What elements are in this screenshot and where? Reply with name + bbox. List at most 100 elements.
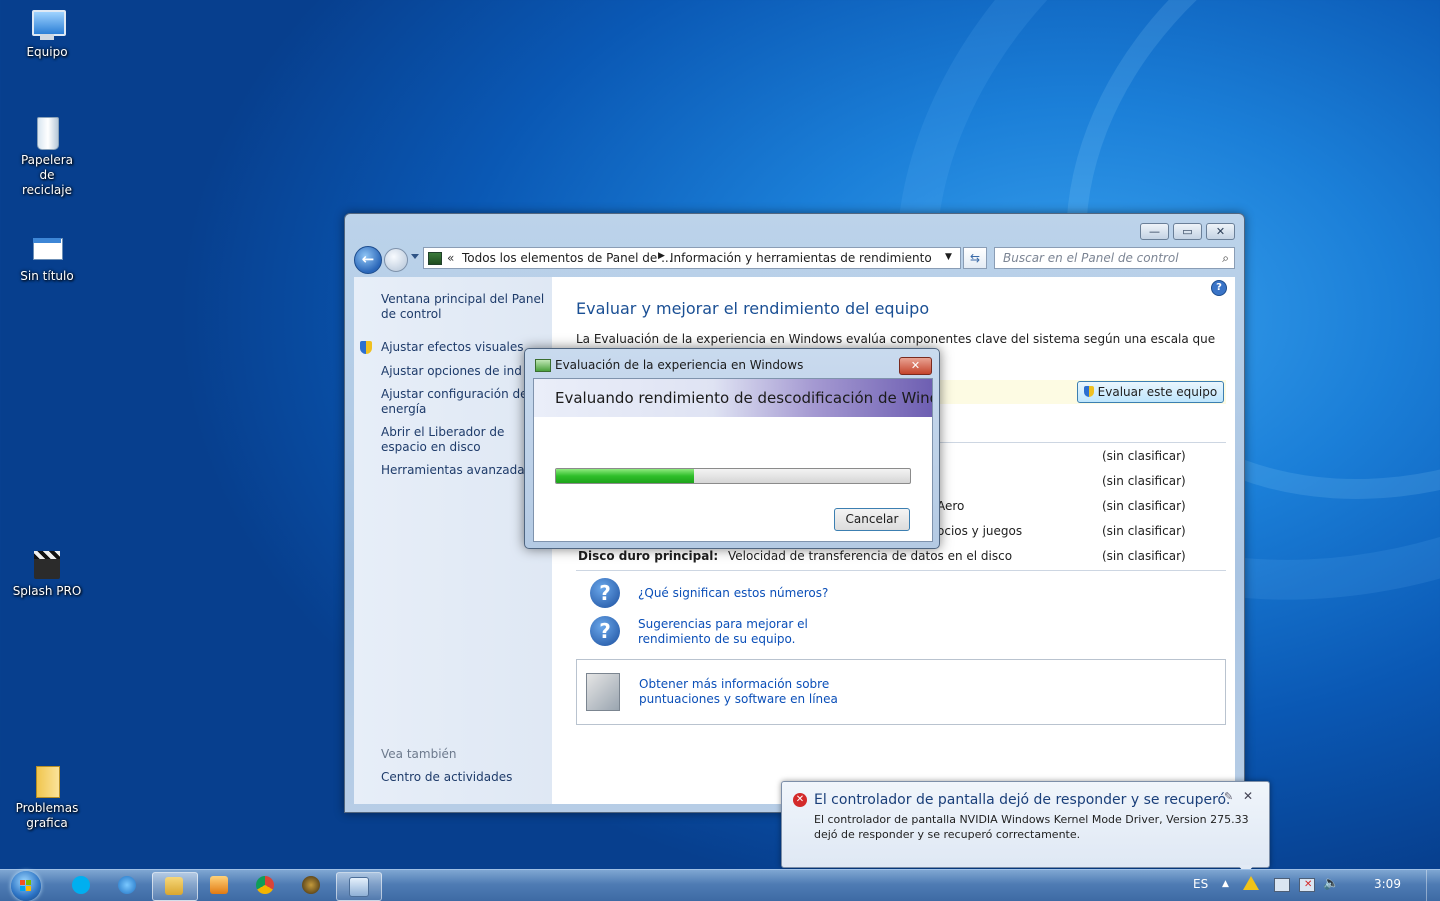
link-power-settings[interactable]: Ajustar configuración de energía xyxy=(381,387,531,417)
breadcrumb-overflow[interactable]: « xyxy=(447,251,454,265)
divider xyxy=(576,570,1226,571)
close-icon: ✕ xyxy=(910,359,921,372)
intro-text: La Evaluación de la experiencia en Windo… xyxy=(576,332,1216,346)
minimize-button[interactable]: — xyxy=(1140,223,1169,240)
desktop-icon-label: Problemas grafica xyxy=(15,801,79,830)
volume-icon[interactable]: 🔈 xyxy=(1323,876,1339,891)
forward-button[interactable] xyxy=(384,248,408,272)
search-icon[interactable]: ⌕ xyxy=(1222,251,1229,266)
wrench-icon[interactable]: ✎ xyxy=(1224,790,1233,803)
taskbar: ES ▲ ✕ 🔈 3:09 xyxy=(0,869,1440,901)
warning-icon[interactable] xyxy=(1243,876,1259,890)
page-title: Evaluar y mejorar el rendimiento del equ… xyxy=(576,299,930,318)
notification-body: El controlador de pantalla NVIDIA Window… xyxy=(814,813,1249,841)
software-box-icon xyxy=(586,673,620,711)
notification-title: El controlador de pantalla dejó de respo… xyxy=(814,792,1231,808)
shield-icon xyxy=(360,341,372,354)
question-icon: ? xyxy=(590,578,620,608)
desktop-icon-sin-titulo[interactable]: Sin título xyxy=(2,232,92,284)
address-bar[interactable]: « Todos los elementos de Panel de ... ▶ … xyxy=(423,247,961,269)
progress-bar xyxy=(555,468,911,484)
progress-fill xyxy=(556,469,695,483)
tips-improve-link[interactable]: Sugerencias para mejorar el rendimiento … xyxy=(638,617,858,647)
taskbar-skype[interactable] xyxy=(60,872,104,899)
shield-icon xyxy=(1083,386,1094,397)
action-center-icon[interactable]: ✕ xyxy=(1299,878,1315,892)
search-placeholder: Buscar en el Panel de control xyxy=(1003,251,1179,265)
skype-icon xyxy=(72,876,90,894)
desktop-icon-label: Splash PRO xyxy=(12,584,82,598)
recycle-bin-icon xyxy=(30,116,64,150)
chevron-down-icon[interactable]: ▼ xyxy=(945,252,952,262)
cancel-button[interactable]: Cancelar xyxy=(834,508,910,531)
internet-explorer-icon xyxy=(118,876,136,894)
what-numbers-mean-link[interactable]: ¿Qué significan estos números? xyxy=(638,586,828,600)
desktop-icon-label: Equipo xyxy=(26,45,68,59)
driver-notification[interactable]: ✕ El controlador de pantalla dejó de res… xyxy=(781,781,1270,868)
component-desc: ocios y juegos xyxy=(937,524,1023,538)
online-scores-link[interactable]: Obtener más información sobre puntuacion… xyxy=(639,677,839,707)
search-input[interactable]: Buscar en el Panel de control ⌕ xyxy=(994,247,1235,269)
folder-icon xyxy=(165,877,183,895)
desktop-icon-label: Papelera de reciclaje xyxy=(20,153,74,197)
dialog-close-button[interactable]: ✕ xyxy=(899,357,932,375)
breadcrumb-item[interactable]: Información y herramientas de rendimient… xyxy=(670,251,932,265)
score-value: (sin clasificar) xyxy=(1102,549,1186,563)
clock[interactable]: 3:09 xyxy=(1374,877,1401,891)
notification-close-button[interactable]: ✕ xyxy=(1243,789,1253,803)
taskbar-chrome[interactable] xyxy=(244,872,288,899)
link-advanced-tools[interactable]: Herramientas avanzadas xyxy=(381,463,541,478)
performance-icon xyxy=(349,877,369,897)
assessment-dialog: Evaluación de la experiencia en Windows … xyxy=(524,348,940,549)
left-navigation-pane: Ventana principal del Panel de control A… xyxy=(354,277,552,804)
back-button[interactable]: ← xyxy=(354,246,382,274)
component-desc: Velocidad de transferencia de datos en e… xyxy=(728,549,1013,563)
help-icon[interactable]: ? xyxy=(1211,280,1227,296)
assessment-status: Evaluando rendimiento de descodificación… xyxy=(555,389,932,407)
control-panel-icon xyxy=(428,252,442,265)
window-doc-icon xyxy=(30,232,64,266)
component-desc: Aero xyxy=(937,499,965,513)
score-value: (sin clasificar) xyxy=(1102,524,1186,538)
close-button[interactable]: ✕ xyxy=(1206,223,1235,240)
windows-logo-icon xyxy=(11,871,41,901)
score-value: (sin clasificar) xyxy=(1102,499,1186,513)
link-action-center[interactable]: Centro de actividades xyxy=(381,770,512,785)
start-button[interactable] xyxy=(8,870,46,901)
chrome-icon xyxy=(256,876,274,894)
network-icon[interactable] xyxy=(1274,878,1290,892)
show-desktop-button[interactable] xyxy=(1426,870,1440,901)
home-link[interactable]: Ventana principal del Panel de control xyxy=(381,292,546,322)
link-indexing-options[interactable]: Ajustar opciones de indización xyxy=(381,364,521,379)
link-visual-effects[interactable]: Ajustar efectos visuales xyxy=(381,340,541,355)
computer-icon xyxy=(30,8,66,42)
desktop-icon-recycle-bin[interactable]: Papelera de reciclaje xyxy=(2,116,92,198)
see-also-heading: Vea también xyxy=(381,747,457,761)
taskbar-perf-dialog[interactable] xyxy=(336,872,382,901)
taskbar-ie[interactable] xyxy=(106,872,150,899)
link-disk-cleanup[interactable]: Abrir el Liberador de espacio en disco xyxy=(381,425,525,455)
error-icon: ✕ xyxy=(793,793,807,807)
dialog-body: Evaluando rendimiento de descodificación… xyxy=(533,378,933,542)
dialog-title: Evaluación de la experiencia en Windows xyxy=(555,358,804,372)
desktop-icon-equipo[interactable]: Equipo xyxy=(2,8,92,60)
score-value: (sin clasificar) xyxy=(1102,474,1186,488)
arrow-left-icon: ← xyxy=(361,250,375,268)
taskbar-media-player[interactable] xyxy=(198,872,242,899)
taskbar-wow[interactable] xyxy=(290,872,334,899)
online-info-box: Obtener más información sobre puntuacion… xyxy=(576,659,1226,725)
desktop-icon-label: Sin título xyxy=(20,269,74,283)
media-player-icon xyxy=(210,876,228,894)
assessment-icon xyxy=(535,359,551,372)
desktop-icon-splash-pro[interactable]: Splash PRO xyxy=(2,547,92,599)
rate-computer-button[interactable]: Evaluar este equipo xyxy=(1077,381,1224,403)
show-hidden-icons[interactable]: ▲ xyxy=(1222,879,1229,889)
language-indicator[interactable]: ES xyxy=(1193,877,1208,891)
taskbar-explorer[interactable] xyxy=(152,872,198,901)
refresh-button[interactable]: ⇆ xyxy=(963,247,987,269)
cancel-label: Cancelar xyxy=(845,512,899,526)
breadcrumb-item[interactable]: Todos los elementos de Panel de ... xyxy=(462,251,673,265)
recent-pages-dropdown[interactable] xyxy=(411,254,419,259)
maximize-button[interactable]: ▭ xyxy=(1173,223,1202,240)
desktop-icon-problemas-grafica[interactable]: Problemas grafica xyxy=(2,764,92,831)
